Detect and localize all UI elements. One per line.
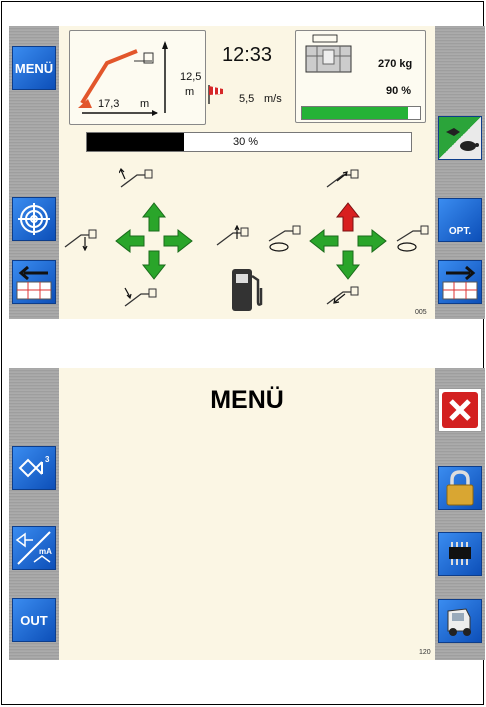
lock-icon: [446, 470, 474, 506]
height-value: 12,5: [180, 71, 202, 83]
reach-unit: m: [140, 98, 150, 110]
target-button[interactable]: [12, 197, 56, 241]
boom-retract-icon: [326, 286, 359, 305]
left-joystick-arrows: [115, 202, 193, 280]
boom-extend-icon: [326, 169, 359, 188]
sensor-icon: 3: [18, 455, 50, 478]
vehicle-button[interactable]: [438, 599, 482, 643]
boom-lower-icon: [124, 287, 157, 307]
basket-load-bar-fill: [302, 107, 409, 119]
wind-speed-value: 5,5: [239, 93, 255, 105]
progress-bar-fill: [87, 133, 185, 151]
fuel-pump-icon: [232, 269, 263, 311]
arrow-right-table-icon: [442, 265, 478, 300]
speed-mode-button[interactable]: [438, 116, 482, 160]
chip-icon: [449, 542, 471, 565]
boom-lift-right-icon: [216, 225, 249, 246]
rotate-right-icon: [396, 225, 429, 252]
down-arrow-icon: [335, 250, 361, 280]
rotate-left-icon: [268, 225, 301, 252]
screen-code: 005: [415, 309, 427, 316]
right-arrow-icon: [357, 228, 387, 254]
boom-raise-icon: [119, 167, 153, 188]
svg-text:3: 3: [45, 455, 50, 464]
progress-label: 30 %: [233, 136, 259, 148]
basket-load-value: 270 kg: [378, 58, 413, 70]
out-button[interactable]: OUT: [12, 598, 56, 642]
left-arrow-icon: [309, 228, 339, 254]
calibration-icon: mA: [15, 531, 52, 565]
basket-load-percent: 90 %: [386, 85, 412, 97]
svg-text:mA: mA: [39, 547, 52, 556]
clock-time: 12:33: [222, 44, 273, 66]
previous-page-button[interactable]: [12, 260, 56, 304]
menu-title: MENÜ: [210, 386, 284, 414]
crane-boom-icon: [78, 41, 168, 116]
options-button[interactable]: OPT.: [438, 198, 482, 242]
lock-button[interactable]: [438, 466, 482, 510]
arrow-left-table-icon: [16, 265, 52, 300]
boom-lower-left-icon: [64, 229, 97, 251]
basket-load-bar: [301, 106, 421, 120]
left-button-bar: MENÜ: [9, 26, 59, 319]
menu-button[interactable]: MENÜ: [12, 46, 56, 90]
next-page-button[interactable]: [438, 260, 482, 304]
sensor-settings-button[interactable]: 3: [12, 446, 56, 490]
down-arrow-icon: [141, 250, 167, 280]
menu-screen: 3 mA OUT MENÜ 120: [9, 368, 485, 660]
basket-load-panel: 270 kg 90 %: [295, 30, 426, 123]
electronics-button[interactable]: [438, 532, 482, 576]
up-arrow-red-icon: [335, 202, 361, 232]
reach-value: 17,3: [98, 98, 120, 110]
height-unit: m: [185, 86, 195, 98]
options-label: OPT.: [448, 226, 472, 237]
boom-position-panel: 12,5 m 17,3 m: [69, 30, 206, 125]
right-arrow-icon: [163, 228, 193, 254]
wind-speed-unit: m/s: [264, 93, 282, 105]
left-arrow-icon: [115, 228, 145, 254]
main-screen: MENÜ OPT. 12,5 m 17,3 m 12:33 5,5 m/s 27…: [9, 26, 485, 319]
screen-code: 120: [419, 649, 431, 656]
basket-load-icon: [305, 34, 352, 73]
calibration-button[interactable]: mA: [12, 526, 56, 570]
right-button-bar: OPT.: [435, 26, 485, 319]
truck-icon: [447, 608, 471, 636]
turtle-icon: [446, 128, 479, 151]
progress-bar: 30 %: [86, 132, 412, 152]
windsock-icon: [208, 85, 223, 104]
up-arrow-icon: [141, 202, 167, 232]
crosshair-icon: [18, 203, 50, 235]
